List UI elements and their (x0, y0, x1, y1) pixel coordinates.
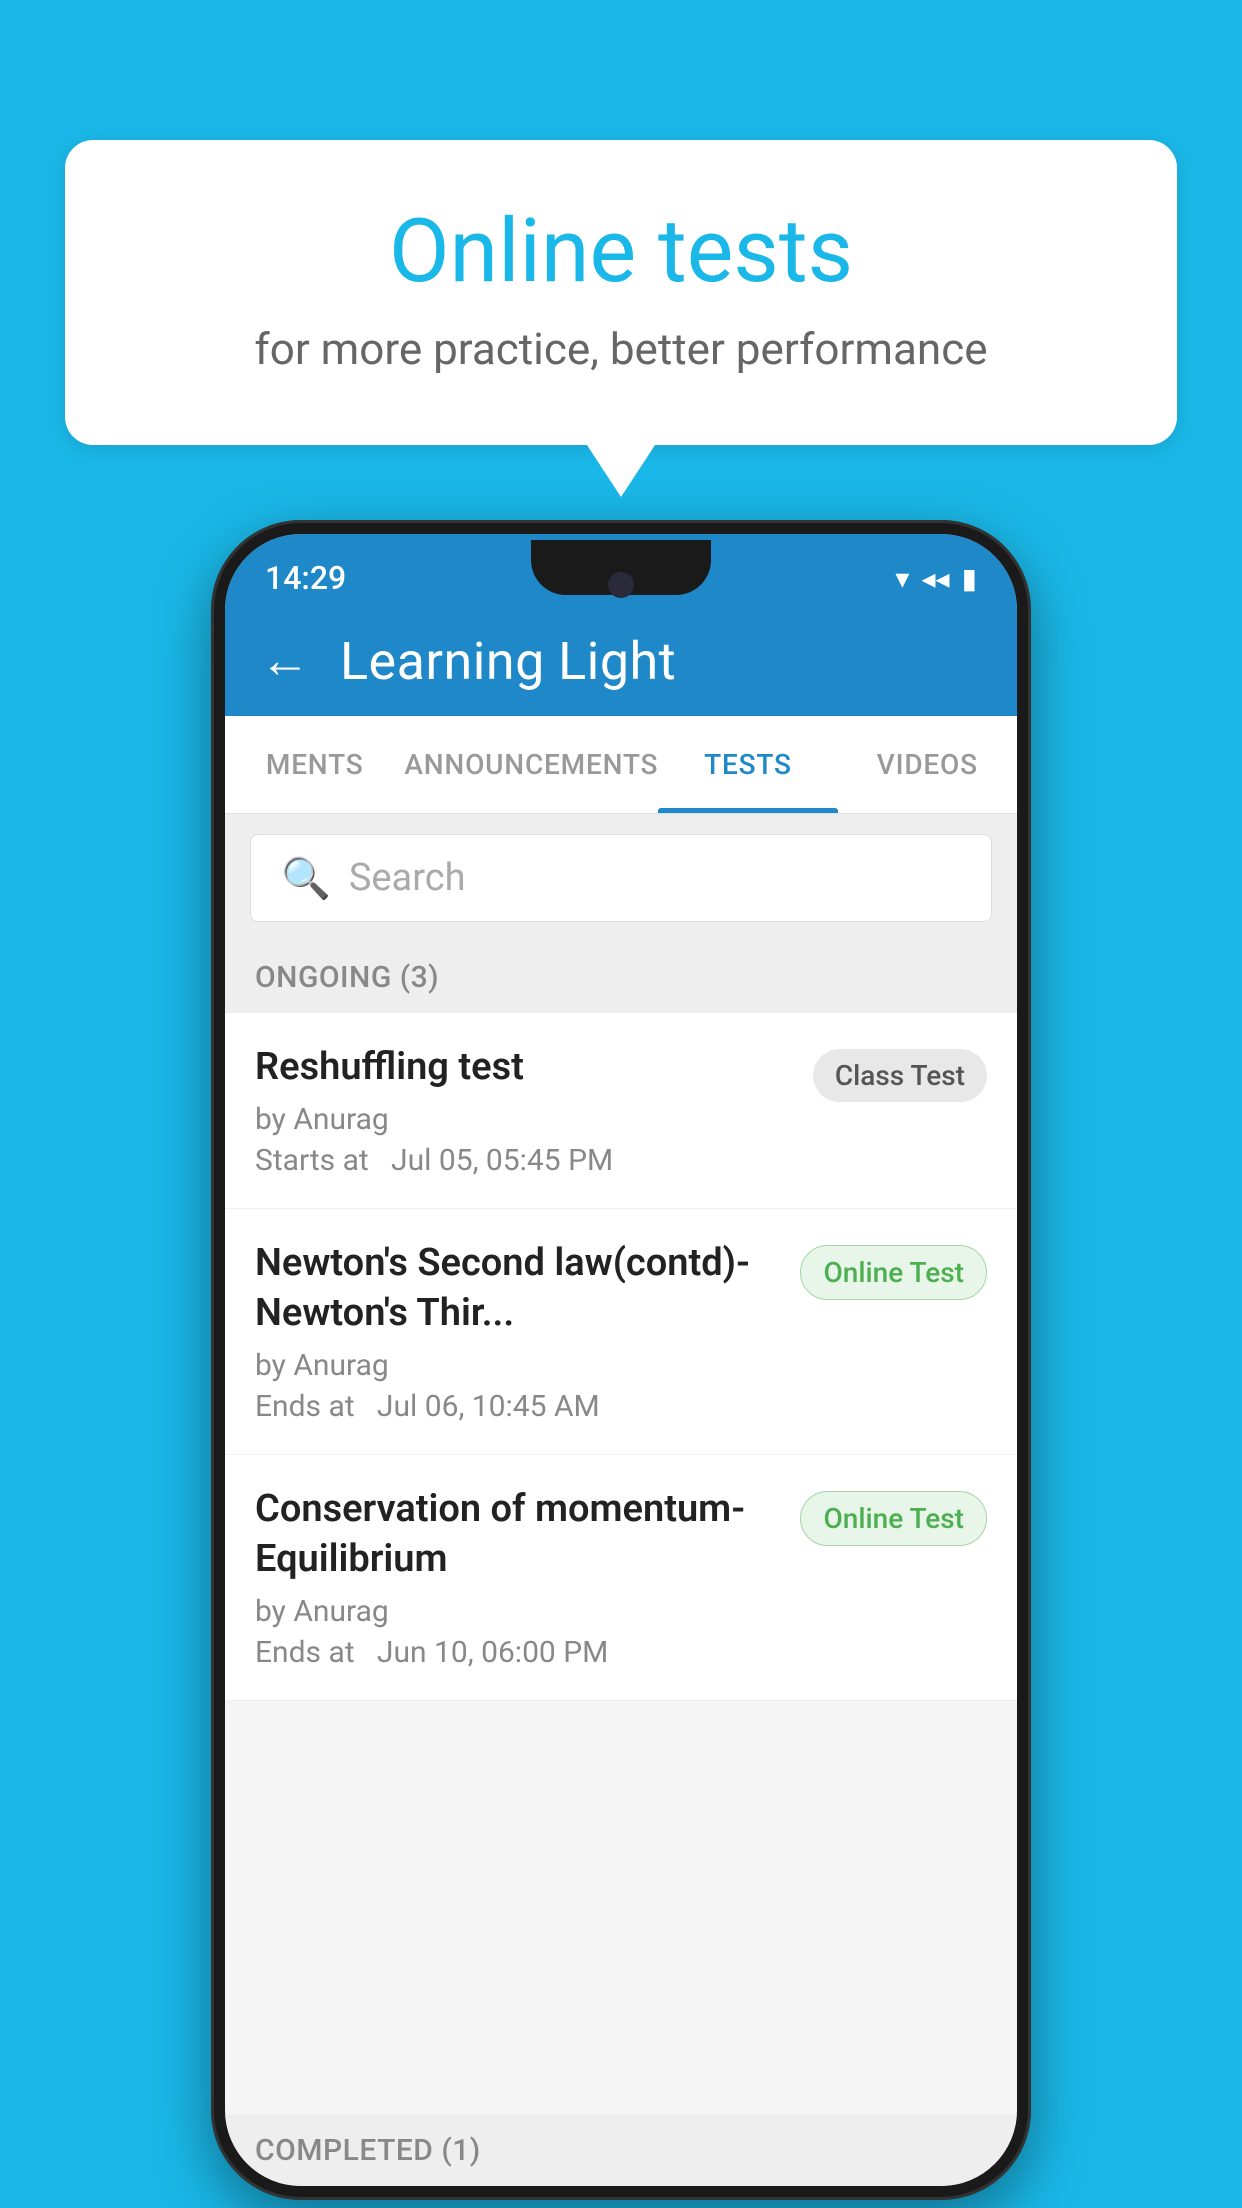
front-camera (608, 572, 634, 598)
search-icon: 🔍 (281, 855, 331, 902)
search-bar[interactable]: 🔍 Search (250, 834, 992, 922)
test-badge-2: Online Test (800, 1245, 987, 1300)
tab-ments-label: MENTS (266, 748, 364, 781)
test-by-2: by Anurag (255, 1348, 780, 1383)
speech-bubble: Online tests for more practice, better p… (65, 140, 1177, 445)
test-badge-1: Class Test (813, 1049, 987, 1102)
tabs-bar: MENTS ANNOUNCEMENTS TESTS VIDEOS (225, 716, 1017, 814)
test-name-1: Reshuffling test (255, 1043, 793, 1092)
test-item-3[interactable]: Conservation of momentum-Equilibrium by … (225, 1455, 1017, 1701)
search-bar-wrapper: 🔍 Search (225, 814, 1017, 942)
test-by-1: by Anurag (255, 1102, 793, 1137)
back-button[interactable]: ← (260, 636, 310, 686)
test-info-1: Reshuffling test by Anurag Starts at Jul… (255, 1043, 793, 1178)
test-date-1: Starts at Jul 05, 05:45 PM (255, 1143, 793, 1178)
tab-announcements-label: ANNOUNCEMENTS (404, 748, 658, 781)
speech-bubble-container: Online tests for more practice, better p… (65, 140, 1177, 445)
test-name-2: Newton's Second law(contd)-Newton's Thir… (255, 1239, 780, 1338)
bubble-title: Online tests (145, 200, 1097, 303)
bubble-subtitle: for more practice, better performance (145, 323, 1097, 375)
tab-tests[interactable]: TESTS (658, 716, 837, 813)
tab-videos[interactable]: VIDEOS (838, 716, 1017, 813)
test-list: Reshuffling test by Anurag Starts at Jul… (225, 1013, 1017, 1701)
app-header: ← Learning Light (225, 606, 1017, 716)
phone-screen: 14:29 ▾ ◂◂ ▮ ← Learning Light MENTS ANNO… (225, 534, 1017, 2186)
tab-announcements[interactable]: ANNOUNCEMENTS (404, 716, 658, 813)
app-title: Learning Light (340, 631, 676, 692)
test-by-3: by Anurag (255, 1594, 780, 1629)
status-icons: ▾ ◂◂ ▮ (895, 562, 977, 595)
tab-videos-label: VIDEOS (877, 748, 978, 781)
signal-icon: ◂◂ (921, 562, 949, 595)
completed-section-label: COMPLETED (1) (225, 2115, 1017, 2186)
tab-tests-label: TESTS (704, 748, 792, 781)
ongoing-section-label: ONGOING (3) (225, 942, 1017, 1013)
search-input[interactable]: Search (349, 856, 466, 900)
test-date-3: Ends at Jun 10, 06:00 PM (255, 1635, 780, 1670)
test-item-1[interactable]: Reshuffling test by Anurag Starts at Jul… (225, 1013, 1017, 1209)
test-badge-3: Online Test (800, 1491, 987, 1546)
test-item-2[interactable]: Newton's Second law(contd)-Newton's Thir… (225, 1209, 1017, 1455)
status-time: 14:29 (265, 559, 346, 597)
tab-ments[interactable]: MENTS (225, 716, 404, 813)
test-name-3: Conservation of momentum-Equilibrium (255, 1485, 780, 1584)
battery-icon: ▮ (962, 562, 977, 595)
phone-notch (531, 540, 711, 595)
wifi-icon: ▾ (895, 562, 909, 595)
phone-mockup: 14:29 ▾ ◂◂ ▮ ← Learning Light MENTS ANNO… (211, 520, 1031, 2200)
phone-body: 14:29 ▾ ◂◂ ▮ ← Learning Light MENTS ANNO… (211, 520, 1031, 2200)
test-date-2: Ends at Jul 06, 10:45 AM (255, 1389, 780, 1424)
test-info-3: Conservation of momentum-Equilibrium by … (255, 1485, 780, 1670)
test-info-2: Newton's Second law(contd)-Newton's Thir… (255, 1239, 780, 1424)
